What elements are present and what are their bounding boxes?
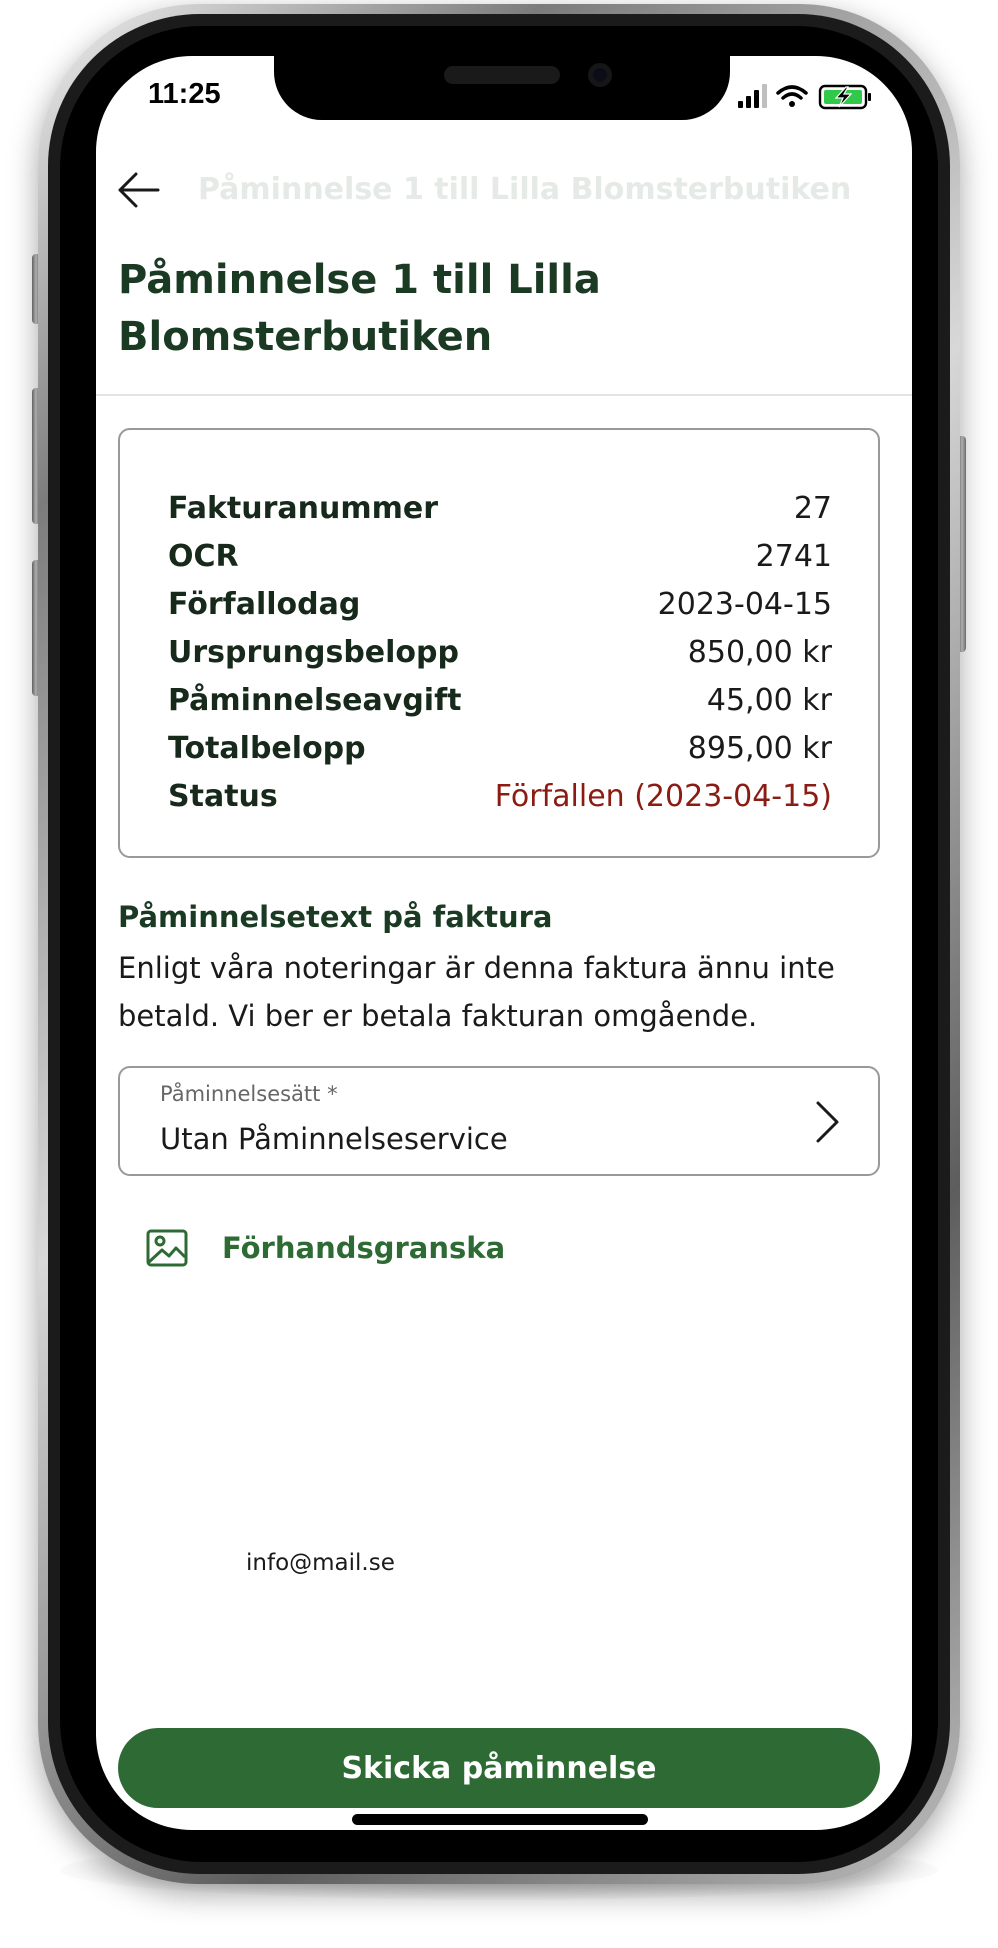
image-icon <box>146 1229 188 1267</box>
notch <box>274 56 730 120</box>
contact-email: info@mail.se <box>246 1550 395 1576</box>
wifi-icon <box>776 85 808 107</box>
battery-charging-icon <box>818 84 871 110</box>
invoice-row-number: Fakturanummer 27 <box>168 484 832 532</box>
invoice-row-due-date: Förfallodag 2023-04-15 <box>168 580 832 628</box>
page-title: Påminnelse 1 till Lilla Blomsterbutiken <box>118 257 601 360</box>
invoice-row-status: Status Förfallen (2023-04-15) <box>168 772 832 820</box>
reminder-text-body: Enligt våra noteringar är denna faktura … <box>118 951 835 1033</box>
preview-button[interactable]: Förhandsgranska <box>146 1216 505 1280</box>
reminder-method-label: Påminnelsesätt * <box>160 1082 338 1106</box>
status-value: Förfallen (2023-04-15) <box>494 778 832 814</box>
row-value: 27 <box>793 490 832 526</box>
reminder-text-heading: Påminnelsetext på faktura <box>118 900 553 934</box>
app-screen: 11:25 Påminnelse 1 till Lilla Blomsterbu… <box>96 56 912 1830</box>
row-label: OCR <box>168 538 239 574</box>
row-value: 45,00 kr <box>706 682 832 718</box>
row-value: 850,00 kr <box>687 634 832 670</box>
chevron-right-icon <box>808 1100 848 1144</box>
row-label: Fakturanummer <box>168 490 439 526</box>
row-value: 2023-04-15 <box>657 586 832 622</box>
back-button[interactable] <box>114 166 162 214</box>
invoice-row-original-amount: Ursprungsbelopp 850,00 kr <box>168 628 832 676</box>
status-time: 11:25 <box>148 78 221 110</box>
invoice-details-card: Fakturanummer 27 OCR 2741 Förfallodag 20… <box>118 428 880 858</box>
preview-label: Förhandsgranska <box>222 1231 506 1265</box>
row-label: Påminnelseavgift <box>168 682 462 718</box>
row-label: Status <box>168 778 278 814</box>
reminder-method-value: Utan Påminnelseservice <box>160 1122 508 1156</box>
status-icons <box>738 84 878 110</box>
row-label: Förfallodag <box>168 586 361 622</box>
arrow-left-icon <box>118 172 160 208</box>
invoice-row-ocr: OCR 2741 <box>168 532 832 580</box>
row-value: 895,00 kr <box>687 730 832 766</box>
row-value: 2741 <box>755 538 832 574</box>
speaker-grille <box>444 66 560 84</box>
send-reminder-button[interactable]: Skicka påminnelse <box>118 1728 880 1808</box>
title-divider <box>96 394 912 396</box>
reminder-method-select[interactable]: Påminnelsesätt * Utan Påminnelseservice <box>118 1066 880 1176</box>
invoice-row-total: Totalbelopp 895,00 kr <box>168 724 832 772</box>
home-indicator <box>352 1814 648 1825</box>
front-camera <box>588 63 612 87</box>
header-collapsed-title: Påminnelse 1 till Lilla Blomsterbutiken <box>198 172 852 207</box>
row-label: Totalbelopp <box>168 730 366 766</box>
row-label: Ursprungsbelopp <box>168 634 459 670</box>
signal-icon <box>738 84 767 108</box>
invoice-row-reminder-fee: Påminnelseavgift 45,00 kr <box>168 676 832 724</box>
